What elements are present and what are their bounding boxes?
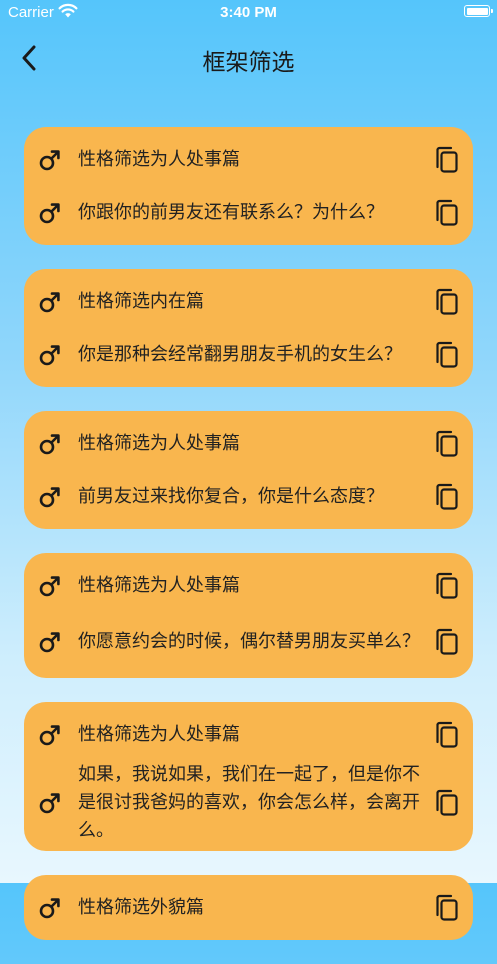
list-item: 你跟你的前男友还有联系么？为什么？: [24, 186, 473, 239]
item-text: 如果，我说如果，我们在一起了，但是你不是很讨我爸妈的喜欢，你会怎么样，会离开么。: [78, 764, 420, 841]
copy-button[interactable]: [433, 482, 461, 512]
card-list: 性格筛选为人处事篇 你跟你的前男友还有联系么？为什么？ 性格筛选内在篇 你是那种…: [24, 127, 473, 964]
list-item: 你是那种会经常翻男朋友手机的女生么？: [24, 328, 473, 381]
copy-icon: [436, 894, 458, 921]
nav-bar: 框架筛选: [0, 30, 497, 86]
card: 性格筛选为人处事篇 你愿意约会的时候，偶尔替男朋友买单么？: [24, 553, 473, 678]
item-text: 性格筛选外貌篇: [78, 896, 204, 918]
copy-button[interactable]: [433, 627, 461, 657]
copy-icon: [436, 483, 458, 510]
item-text: 性格筛选为人处事篇: [78, 723, 240, 745]
copy-icon: [436, 789, 458, 816]
copy-button[interactable]: [433, 893, 461, 923]
list-item: 性格筛选外貌篇: [24, 881, 473, 934]
item-text: 性格筛选内在篇: [78, 290, 204, 312]
list-item: 前男友过来找你复合，你是什么态度？: [24, 470, 473, 523]
copy-button[interactable]: [433, 198, 461, 228]
copy-button[interactable]: [433, 340, 461, 370]
card: 性格筛选内在篇 你是那种会经常翻男朋友手机的女生么？: [24, 269, 473, 387]
list-item: 你愿意约会的时候，偶尔替男朋友买单么？: [24, 612, 473, 672]
list-item: 性格筛选为人处事篇: [24, 133, 473, 186]
copy-button[interactable]: [433, 287, 461, 317]
item-text: 性格筛选为人处事篇: [78, 574, 240, 596]
male-symbol-icon: [38, 630, 62, 654]
male-symbol-icon: [38, 485, 62, 509]
item-text: 性格筛选为人处事篇: [78, 432, 240, 454]
card: 性格筛选外貌篇: [24, 875, 473, 940]
male-symbol-icon: [38, 896, 62, 920]
copy-icon: [436, 341, 458, 368]
item-text: 你是那种会经常翻男朋友手机的女生么？: [78, 343, 402, 365]
copy-button[interactable]: [433, 788, 461, 818]
male-symbol-icon: [38, 290, 62, 314]
item-text: 你跟你的前男友还有联系么？为什么？: [78, 201, 384, 223]
male-symbol-icon: [38, 791, 62, 815]
copy-icon: [436, 199, 458, 226]
copy-icon: [436, 721, 458, 748]
copy-icon: [436, 146, 458, 173]
status-bar: Carrier 3:40 PM: [0, 0, 497, 26]
copy-icon: [436, 430, 458, 457]
list-item: 性格筛选为人处事篇: [24, 559, 473, 612]
copy-button[interactable]: [433, 571, 461, 601]
list-item: 性格筛选为人处事篇: [24, 417, 473, 470]
copy-icon: [436, 288, 458, 315]
male-symbol-icon: [38, 343, 62, 367]
status-time: 3:40 PM: [220, 4, 277, 21]
male-symbol-icon: [38, 574, 62, 598]
male-symbol-icon: [38, 201, 62, 225]
item-text: 前男友过来找你复合，你是什么态度？: [78, 485, 384, 507]
male-symbol-icon: [38, 432, 62, 456]
copy-button[interactable]: [433, 720, 461, 750]
card: 性格筛选为人处事篇 前男友过来找你复合，你是什么态度？: [24, 411, 473, 529]
copy-button[interactable]: [433, 429, 461, 459]
male-symbol-icon: [38, 723, 62, 747]
item-text: 性格筛选为人处事篇: [78, 148, 240, 170]
copy-icon: [436, 572, 458, 599]
card: 性格筛选为人处事篇 如果，我说如果，我们在一起了，但是你不是很讨我爸妈的喜欢，你…: [24, 702, 473, 851]
list-item: 如果，我说如果，我们在一起了，但是你不是很讨我爸妈的喜欢，你会怎么样，会离开么。: [24, 761, 473, 845]
card: 性格筛选为人处事篇 你跟你的前男友还有联系么？为什么？: [24, 127, 473, 245]
list-item: 性格筛选内在篇: [24, 275, 473, 328]
list-item: 性格筛选为人处事篇: [24, 708, 473, 761]
male-symbol-icon: [38, 148, 62, 172]
copy-icon: [436, 628, 458, 655]
copy-button[interactable]: [433, 145, 461, 175]
item-text: 你愿意约会的时候，偶尔替男朋友买单么？: [78, 631, 420, 652]
page-title: 框架筛选: [202, 50, 295, 76]
battery-icon: [464, 5, 493, 17]
